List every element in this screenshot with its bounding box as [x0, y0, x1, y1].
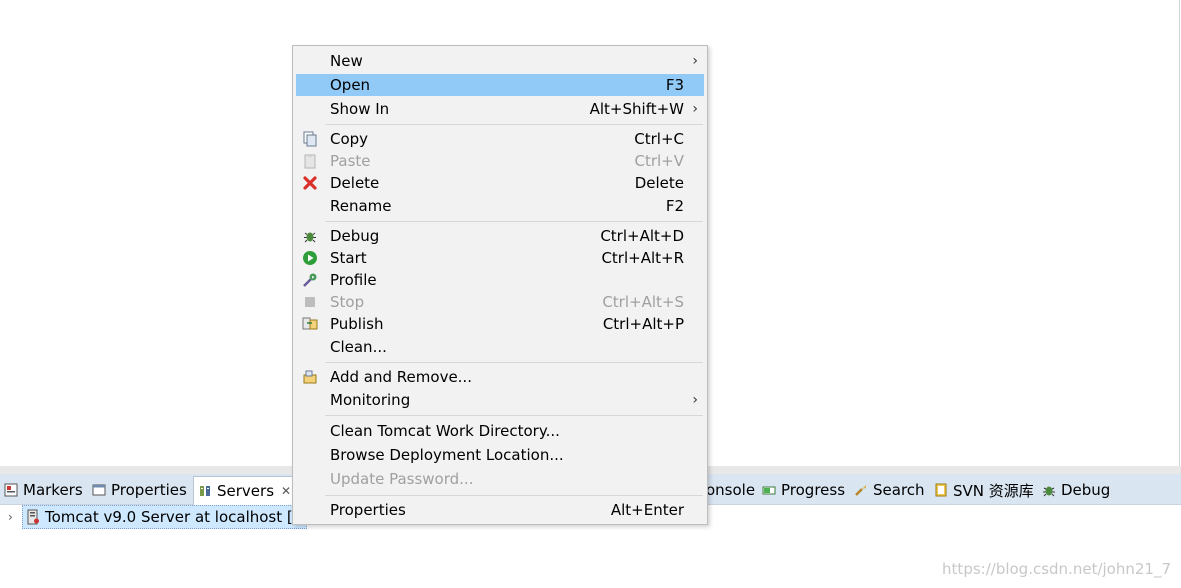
menu-item-label: Update Password...	[330, 470, 474, 488]
menu-item-label: Profile	[330, 271, 377, 289]
menu-item-shortcut: Alt+Shift+W	[589, 100, 684, 118]
menu-item-label: Rename	[330, 197, 392, 215]
menu-item-label: Clean...	[330, 338, 387, 356]
close-icon[interactable]: ✕	[281, 484, 291, 498]
submenu-arrow-icon: ›	[692, 53, 698, 69]
tab-console-label: onsole	[706, 481, 756, 499]
debug-icon	[302, 228, 318, 244]
tab-progress[interactable]: Progress	[762, 478, 845, 502]
server-node-label: Tomcat v9.0 Server at localhost [S	[45, 508, 303, 526]
tab-search[interactable]: Search	[854, 478, 925, 502]
menu-item-copy[interactable]: Copy Ctrl+C	[296, 128, 704, 150]
copy-icon	[302, 131, 318, 147]
search-icon	[854, 483, 868, 497]
menu-item-debug[interactable]: Debug Ctrl+Alt+D	[296, 225, 704, 247]
menu-item-clean-tomcat-work-directory[interactable]: Clean Tomcat Work Directory...	[296, 420, 704, 442]
bug-icon	[1042, 483, 1056, 497]
menu-item-label: Copy	[330, 130, 369, 148]
menu-item-monitoring[interactable]: Monitoring ›	[296, 389, 704, 411]
server-node[interactable]: Tomcat v9.0 Server at localhost [S	[22, 505, 308, 529]
menu-item-show-in[interactable]: Show In Alt+Shift+W ›	[296, 98, 704, 120]
menu-item-clean[interactable]: Clean...	[296, 336, 704, 358]
menu-separator	[325, 362, 703, 363]
menu-item-open[interactable]: Open F3	[296, 74, 704, 96]
menu-item-label: Publish	[330, 315, 384, 333]
menu-item-label: New	[330, 52, 363, 70]
menu-item-rename[interactable]: Rename F2	[296, 195, 704, 217]
menu-item-label: Paste	[330, 152, 371, 170]
menu-item-add-and-remove[interactable]: Add and Remove...	[296, 366, 704, 388]
menu-separator	[325, 495, 703, 496]
tab-markers-label: Markers	[23, 481, 83, 499]
svn-repository-icon	[934, 483, 948, 497]
tab-debug-label: Debug	[1061, 481, 1111, 499]
delete-icon	[302, 175, 318, 191]
menu-item-shortcut: Ctrl+C	[634, 130, 684, 148]
publish-icon	[302, 316, 318, 332]
markers-icon	[4, 483, 18, 497]
submenu-arrow-icon: ›	[692, 101, 698, 117]
menu-item-shortcut: Delete	[634, 174, 684, 192]
editor-border	[1179, 0, 1180, 466]
menu-item-label: Stop	[330, 293, 365, 311]
menu-item-label: Add and Remove...	[330, 368, 472, 386]
menu-item-label: Debug	[330, 227, 380, 245]
chevron-right-icon[interactable]: ›	[8, 510, 20, 524]
tomcat-server-icon	[25, 509, 41, 525]
watermark-url: https://blog.csdn.net/john21_7	[942, 560, 1171, 578]
profile-icon	[302, 272, 318, 288]
menu-item-new[interactable]: New ›	[296, 50, 704, 72]
tab-debug[interactable]: Debug	[1042, 478, 1110, 502]
menu-item-label: Show In	[330, 100, 390, 118]
menu-item-update-password: Update Password...	[296, 468, 704, 490]
menu-item-publish[interactable]: Publish Ctrl+Alt+P	[296, 313, 704, 335]
menu-item-shortcut: Ctrl+Alt+R	[601, 249, 684, 267]
menu-item-label: Clean Tomcat Work Directory...	[330, 422, 560, 440]
stop-icon	[302, 294, 318, 310]
menu-separator	[325, 221, 703, 222]
menu-item-label: Properties	[330, 501, 406, 519]
menu-item-shortcut: Ctrl+Alt+P	[602, 315, 684, 333]
servers-icon	[198, 484, 212, 498]
menu-item-shortcut: Ctrl+V	[634, 152, 684, 170]
menu-separator	[325, 415, 703, 416]
tab-progress-label: Progress	[781, 481, 846, 499]
progress-icon	[762, 483, 776, 497]
tab-servers-label: Servers	[217, 482, 275, 500]
menu-item-shortcut: Alt+Enter	[610, 501, 684, 519]
menu-item-paste: Paste Ctrl+V	[296, 150, 704, 172]
tab-properties-label: Properties	[111, 481, 187, 499]
context-menu: New › Open F3 Show In Alt+Shift+W › Copy Ctrl+C P…	[292, 45, 708, 525]
paste-icon	[302, 153, 318, 169]
menu-item-shortcut: Ctrl+Alt+S	[602, 293, 684, 311]
menu-item-label: Open	[330, 76, 371, 94]
menu-item-label: Browse Deployment Location...	[330, 446, 564, 464]
menu-item-label: Monitoring	[330, 391, 411, 409]
tab-servers[interactable]: Servers ✕	[193, 476, 299, 505]
menu-item-label: Start	[330, 249, 367, 267]
menu-item-shortcut: F2	[665, 197, 684, 215]
menu-item-start[interactable]: Start Ctrl+Alt+R	[296, 247, 704, 269]
menu-item-shortcut: F3	[665, 76, 684, 94]
tab-properties[interactable]: Properties	[92, 478, 187, 502]
menu-item-browse-deployment-location[interactable]: Browse Deployment Location...	[296, 444, 704, 466]
submenu-arrow-icon: ›	[692, 392, 698, 408]
menu-item-properties[interactable]: Properties Alt+Enter	[296, 499, 704, 521]
menu-item-stop: Stop Ctrl+Alt+S	[296, 291, 704, 313]
menu-item-profile[interactable]: Profile	[296, 269, 704, 291]
tab-search-label: Search	[873, 481, 925, 499]
add-remove-icon	[302, 369, 318, 385]
tab-markers[interactable]: Markers	[4, 478, 83, 502]
menu-item-delete[interactable]: Delete Delete	[296, 172, 704, 194]
menu-item-label: Delete	[330, 174, 380, 192]
tab-svn[interactable]: SVN 资源库	[934, 478, 1034, 502]
properties-icon	[92, 483, 106, 497]
start-icon	[302, 250, 318, 266]
menu-separator	[325, 124, 703, 125]
menu-item-shortcut: Ctrl+Alt+D	[600, 227, 684, 245]
tab-console[interactable]: onsole	[706, 478, 755, 502]
tab-svn-label: SVN 资源库	[953, 481, 1034, 500]
